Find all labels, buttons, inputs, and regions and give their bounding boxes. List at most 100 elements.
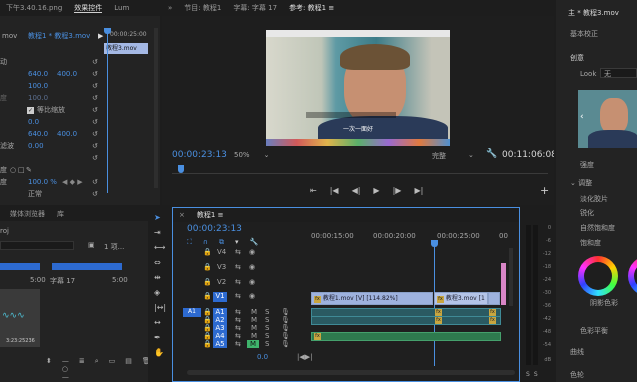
eye-icon[interactable]: ◉: [249, 278, 255, 286]
eye-icon[interactable]: ◉: [249, 263, 255, 271]
sync-icon[interactable]: ⇆: [235, 340, 241, 348]
scale-value[interactable]: 100.0: [28, 82, 48, 90]
keyframe-nav-icon[interactable]: ◀ ◆ ▶: [62, 178, 83, 186]
scrollbar[interactable]: [154, 28, 158, 188]
track-select-icon[interactable]: ⇥: [154, 228, 166, 237]
clip-thumbnail[interactable]: ∿∿∿ 3:23:25236: [0, 289, 40, 347]
slide-icon[interactable]: ↔: [154, 318, 166, 327]
go-to-in-icon[interactable]: |◀: [330, 186, 339, 195]
lock-icon[interactable]: 🔒: [203, 278, 212, 286]
sequence-clip-label[interactable]: 教程1 * 教程3.mov: [28, 31, 98, 41]
reset-icon[interactable]: ↺: [92, 106, 98, 114]
panel-menu-icon[interactable]: »: [162, 4, 178, 12]
lock-icon[interactable]: 🔒: [203, 308, 212, 316]
sync-icon[interactable]: ⇆: [235, 332, 241, 340]
position-x[interactable]: 640.0: [28, 70, 48, 78]
pen-icon[interactable]: ✒: [154, 333, 166, 342]
track-label[interactable]: V1: [213, 292, 227, 302]
wrench-icon[interactable]: 🔧: [250, 238, 259, 247]
track-label[interactable]: A3: [213, 324, 227, 332]
reset-icon[interactable]: ↺: [92, 118, 98, 126]
scale-width-value[interactable]: 100.0: [28, 94, 48, 102]
mute-button[interactable]: M: [251, 308, 257, 316]
lock-icon[interactable]: 🔒: [203, 263, 212, 271]
lock-icon[interactable]: 🔒: [203, 332, 212, 340]
anchor-y[interactable]: 400.0: [57, 130, 77, 138]
new-bin-icon[interactable]: ▣: [88, 241, 95, 249]
sync-icon[interactable]: ⇆: [235, 324, 241, 332]
mic-icon[interactable]: 🎙: [281, 324, 290, 332]
mix-value[interactable]: 0.0: [257, 353, 268, 361]
tab-reference[interactable]: 参考: 教程1 ≡: [283, 3, 340, 13]
preview-prev-icon[interactable]: ‹: [580, 112, 584, 122]
eye-icon[interactable]: ◉: [249, 292, 255, 300]
selection-tool-icon[interactable]: ➤: [154, 213, 166, 222]
color-wheel-shadow[interactable]: [578, 256, 618, 296]
sync-icon[interactable]: ⇆: [235, 308, 241, 316]
solo-button[interactable]: S: [265, 316, 269, 324]
mic-icon[interactable]: 🎙: [281, 340, 290, 348]
scrub-bar[interactable]: [172, 164, 548, 174]
audio-clip-a2[interactable]: [311, 316, 501, 325]
marker-icon[interactable]: ▾: [235, 238, 239, 247]
tab-program[interactable]: 节目: 教程1: [178, 3, 227, 13]
thumbnail-item[interactable]: [52, 263, 122, 270]
mute-button[interactable]: M: [251, 316, 257, 324]
audio-clip-a4[interactable]: [311, 332, 501, 341]
reset-icon[interactable]: ↺: [92, 154, 98, 162]
sync-icon[interactable]: ⇆: [235, 263, 241, 271]
add-button[interactable]: +: [540, 184, 549, 197]
tab-caption[interactable]: 字幕: 字幕 17: [227, 3, 283, 13]
folder-icon[interactable]: ▭: [109, 357, 116, 381]
track-label[interactable]: V4: [217, 248, 226, 256]
opacity-value[interactable]: 100.0 %: [28, 178, 57, 186]
timeline-v-scrollbar[interactable]: [509, 248, 513, 306]
solo-button[interactable]: S: [265, 308, 269, 316]
reset-icon[interactable]: ↺: [92, 142, 98, 150]
color-wheel-highlight[interactable]: [628, 256, 637, 296]
flicker-value[interactable]: 0.00: [28, 142, 44, 150]
lock-icon[interactable]: 🔒: [203, 316, 212, 324]
hand-icon[interactable]: ✋: [154, 348, 166, 357]
track-label[interactable]: A2: [213, 316, 227, 324]
rect-mask-icon[interactable]: □: [18, 166, 25, 174]
scrub-playhead[interactable]: [178, 165, 184, 173]
ellipse-mask-icon[interactable]: ○: [10, 166, 16, 174]
reset-icon[interactable]: ↺: [92, 94, 98, 102]
rate-stretch-icon[interactable]: ⇹: [154, 273, 166, 282]
eye-icon[interactable]: ◉: [249, 248, 255, 256]
search-input[interactable]: [0, 241, 74, 250]
lumetri-header[interactable]: 主 * 教程3.mov: [568, 8, 619, 18]
mic-icon[interactable]: 🎙: [281, 308, 290, 316]
tab-libraries[interactable]: 库: [51, 209, 70, 219]
reset-icon[interactable]: ↺: [92, 190, 98, 198]
playhead-line[interactable]: [107, 28, 108, 193]
track-label[interactable]: V3: [217, 263, 226, 271]
ripple-edit-icon[interactable]: ⟷: [154, 243, 166, 252]
look-preview[interactable]: ‹: [578, 90, 637, 148]
section-creative[interactable]: 创意: [570, 53, 584, 63]
tab-media-browser[interactable]: 媒体浏览器: [0, 209, 51, 219]
list-icon[interactable]: ≣: [79, 357, 85, 381]
solo-right-button[interactable]: S: [534, 371, 538, 378]
lock-icon[interactable]: 🔒: [203, 340, 212, 348]
solo-button[interactable]: S: [265, 332, 269, 340]
slider-icon[interactable]: —○—: [62, 357, 69, 381]
sync-icon[interactable]: ⇆: [235, 278, 241, 286]
zoom-select[interactable]: 50% ⌄: [234, 151, 269, 159]
clip-v1-c[interactable]: [488, 292, 500, 305]
reset-icon[interactable]: ↺: [92, 178, 98, 186]
playhead-marker[interactable]: [104, 28, 111, 34]
mix-skip-icon[interactable]: |◀▶|: [297, 353, 312, 361]
play-icon[interactable]: ▶: [373, 186, 379, 195]
solo-button[interactable]: S: [265, 340, 269, 348]
clip-bar[interactable]: 教程3.mov: [104, 43, 148, 54]
rotation-value[interactable]: 0.0: [28, 118, 39, 126]
sort-icon[interactable]: ⬍: [46, 357, 52, 381]
look-select[interactable]: 无: [600, 68, 637, 78]
lock-icon[interactable]: 🔒: [203, 292, 212, 300]
rolling-edit-icon[interactable]: ⇔: [154, 258, 166, 267]
razor-icon[interactable]: ◈: [154, 288, 166, 297]
tab-lumetri[interactable]: Lum: [108, 4, 135, 12]
mic-icon[interactable]: 🎙: [281, 316, 290, 324]
